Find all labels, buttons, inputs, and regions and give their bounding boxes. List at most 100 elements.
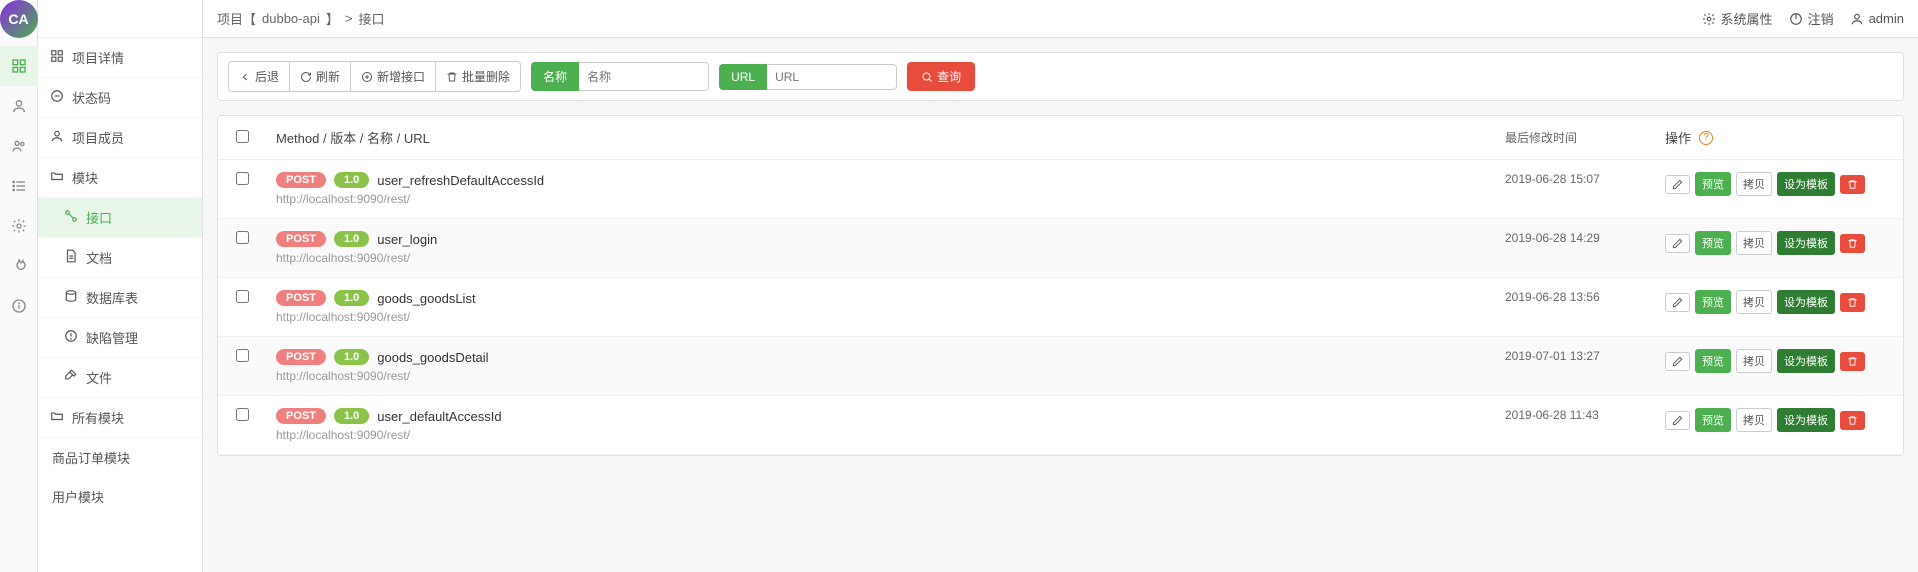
url-filter-input[interactable]	[767, 64, 897, 90]
sidebar-item-label: 项目详情	[72, 48, 124, 67]
nav-grid-icon[interactable]	[0, 46, 38, 86]
api-url: http://localhost:9090/rest/	[276, 369, 1505, 383]
sidebar-item-7[interactable]: 缺陷管理	[38, 318, 202, 358]
set-template-button[interactable]: 设为模板	[1777, 349, 1835, 373]
sidebar-item-icon	[64, 249, 78, 266]
sidebar-module-0[interactable]: 商品订单模块	[38, 438, 202, 477]
table-row: POST1.0user_loginhttp://localhost:9090/r…	[218, 219, 1903, 278]
sidebar-item-1[interactable]: 状态码	[38, 78, 202, 118]
sidebar-item-icon	[64, 329, 78, 346]
sidebar-item-0[interactable]: 项目详情	[38, 38, 202, 78]
sidebar-item-2[interactable]: 项目成员	[38, 118, 202, 158]
api-name[interactable]: user_defaultAccessId	[377, 409, 501, 424]
select-all-checkbox[interactable]	[236, 130, 249, 143]
delete-button[interactable]	[1840, 293, 1865, 312]
plus-circle-icon	[361, 71, 373, 83]
nav-gear-icon[interactable]	[0, 206, 38, 246]
power-icon	[1789, 12, 1803, 26]
edit-button[interactable]	[1665, 293, 1690, 312]
row-time: 2019-06-28 13:56	[1505, 290, 1665, 304]
nav-user-icon[interactable]	[0, 86, 38, 126]
preview-button[interactable]: 预览	[1695, 408, 1731, 432]
edit-button[interactable]	[1665, 352, 1690, 371]
user-icon	[1850, 12, 1864, 26]
copy-button[interactable]: 拷贝	[1736, 231, 1772, 255]
api-table: Method / 版本 / 名称 / URL 最后修改时间 操作? POST1.…	[217, 115, 1904, 456]
preview-button[interactable]: 预览	[1695, 349, 1731, 373]
preview-button[interactable]: 预览	[1695, 231, 1731, 255]
method-badge: POST	[276, 231, 326, 247]
breadcrumb-project[interactable]: dubbo-api	[262, 11, 320, 26]
set-template-button[interactable]: 设为模板	[1777, 408, 1835, 432]
logout-link[interactable]: 注销	[1789, 9, 1834, 28]
current-user-link[interactable]: admin	[1850, 11, 1904, 26]
preview-button[interactable]: 预览	[1695, 172, 1731, 196]
sidebar-item-8[interactable]: 文件	[38, 358, 202, 398]
sidebar-item-icon	[64, 369, 78, 386]
sidebar-item-icon	[64, 209, 78, 226]
copy-button[interactable]: 拷贝	[1736, 172, 1772, 196]
copy-button[interactable]: 拷贝	[1736, 349, 1772, 373]
refresh-button[interactable]: 刷新	[290, 62, 351, 91]
api-name[interactable]: goods_goodsDetail	[377, 350, 488, 365]
edit-button[interactable]	[1665, 234, 1690, 253]
row-checkbox[interactable]	[236, 290, 249, 303]
sidebar-item-5[interactable]: 文档	[38, 238, 202, 278]
edit-button[interactable]	[1665, 411, 1690, 430]
sidebar-item-icon	[64, 289, 78, 306]
sidebar-module-1[interactable]: 用户模块	[38, 477, 202, 516]
batch-delete-button[interactable]: 批量删除	[436, 62, 520, 91]
sidebar-item-label: 模块	[72, 168, 98, 187]
pencil-icon	[1672, 179, 1683, 190]
search-button[interactable]: 查询	[907, 62, 975, 91]
url-filter-group: URL	[719, 64, 897, 90]
preview-button[interactable]: 预览	[1695, 290, 1731, 314]
sidebar-item-9[interactable]: 所有模块	[38, 398, 202, 438]
method-badge: POST	[276, 408, 326, 424]
api-name[interactable]: user_refreshDefaultAccessId	[377, 173, 544, 188]
copy-button[interactable]: 拷贝	[1736, 408, 1772, 432]
set-template-button[interactable]: 设为模板	[1777, 290, 1835, 314]
sidebar-item-3[interactable]: 模块	[38, 158, 202, 198]
col-main-header: Method / 版本 / 名称 / URL	[276, 128, 1505, 147]
name-filter-input[interactable]	[579, 62, 709, 91]
top-bar: 项目【 dubbo-api 】 > 接口 系统属性 注销 admin	[203, 0, 1918, 38]
icon-nav-bar: CA	[0, 0, 38, 572]
edit-button[interactable]	[1665, 175, 1690, 194]
row-time: 2019-06-28 14:29	[1505, 231, 1665, 245]
breadcrumb: 项目【 dubbo-api 】 > 接口	[217, 9, 1694, 28]
delete-button[interactable]	[1840, 411, 1865, 430]
system-props-link[interactable]: 系统属性	[1702, 9, 1773, 28]
row-checkbox[interactable]	[236, 231, 249, 244]
back-button[interactable]: 后退	[229, 62, 290, 91]
pencil-icon	[1672, 297, 1683, 308]
col-ops-header: 操作?	[1665, 128, 1885, 147]
nav-info-icon[interactable]	[0, 286, 38, 326]
breadcrumb-page: 接口	[358, 9, 384, 28]
add-api-button[interactable]: 新增接口	[351, 62, 436, 91]
row-checkbox[interactable]	[236, 408, 249, 421]
sidebar-item-6[interactable]: 数据库表	[38, 278, 202, 318]
table-row: POST1.0goods_goodsListhttp://localhost:9…	[218, 278, 1903, 337]
version-badge: 1.0	[334, 290, 369, 306]
delete-button[interactable]	[1840, 352, 1865, 371]
delete-button[interactable]	[1840, 175, 1865, 194]
copy-button[interactable]: 拷贝	[1736, 290, 1772, 314]
nav-list-icon[interactable]	[0, 166, 38, 206]
row-checkbox[interactable]	[236, 349, 249, 362]
api-name[interactable]: user_login	[377, 232, 437, 247]
pencil-icon	[1672, 356, 1683, 367]
trash-icon	[1847, 297, 1858, 308]
api-url: http://localhost:9090/rest/	[276, 251, 1505, 265]
row-checkbox[interactable]	[236, 172, 249, 185]
nav-users-icon[interactable]	[0, 126, 38, 166]
api-name[interactable]: goods_goodsList	[377, 291, 475, 306]
delete-button[interactable]	[1840, 234, 1865, 253]
sidebar-item-label: 接口	[86, 208, 112, 227]
set-template-button[interactable]: 设为模板	[1777, 231, 1835, 255]
version-badge: 1.0	[334, 408, 369, 424]
nav-hot-icon[interactable]	[0, 246, 38, 286]
help-icon[interactable]: ?	[1699, 131, 1713, 145]
sidebar-item-4[interactable]: 接口	[38, 198, 202, 238]
set-template-button[interactable]: 设为模板	[1777, 172, 1835, 196]
